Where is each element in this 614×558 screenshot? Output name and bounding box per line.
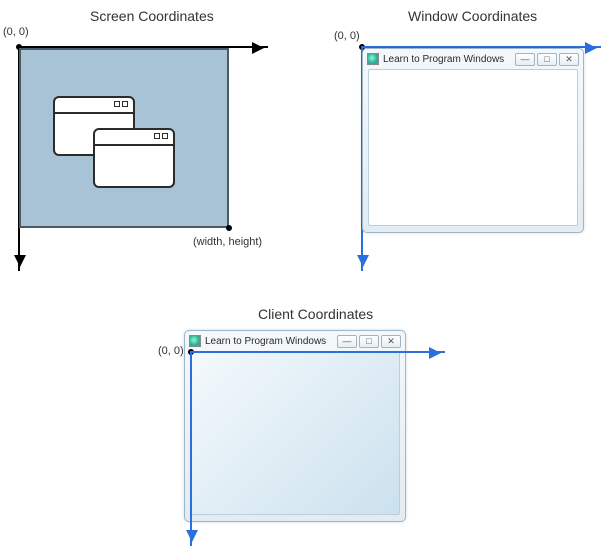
screen-corner-dot [226,225,232,231]
window-client-area [368,69,578,226]
minimize-button[interactable]: — [337,335,357,348]
app-icon [189,335,201,347]
screen-size-label: (width, height) [193,236,262,248]
mini-window-front-buttons [154,133,168,139]
app-icon [367,53,379,65]
maximize-button[interactable]: □ [359,335,379,348]
client-client-area [190,351,400,515]
maximize-button[interactable]: □ [537,53,557,66]
window-title: Window Coordinates [408,8,537,24]
client-caption-buttons: — □ ✕ [337,335,401,348]
screen-desktop [19,48,229,228]
close-button[interactable]: ✕ [381,335,401,348]
client-axis-y [190,351,192,546]
window-caption-buttons: — □ ✕ [515,53,579,66]
client-app-title: Learn to Program Windows [205,336,326,347]
client-appframe: Learn to Program Windows — □ ✕ [184,330,406,522]
screen-origin-label: (0, 0) [3,26,29,38]
window-titlebar: Learn to Program Windows — □ ✕ [363,49,583,69]
window-appframe: Learn to Program Windows — □ ✕ [362,48,584,233]
window-app-title: Learn to Program Windows [383,54,504,65]
screen-title: Screen Coordinates [90,8,214,24]
minimize-button[interactable]: — [515,53,535,66]
window-origin-label: (0, 0) [334,30,360,42]
mini-window-back-buttons [114,101,128,107]
client-titlebar: Learn to Program Windows — □ ✕ [185,331,405,351]
client-origin-label: (0, 0) [158,345,184,357]
mini-window-front [93,128,175,188]
close-button[interactable]: ✕ [559,53,579,66]
client-axis-x [190,351,445,353]
client-title: Client Coordinates [258,306,373,322]
